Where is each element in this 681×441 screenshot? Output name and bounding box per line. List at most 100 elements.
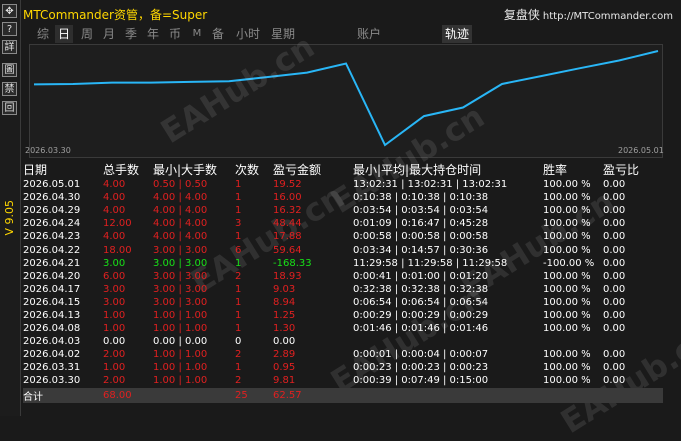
cell-minmax: 3.00 | 3.00 [153, 270, 208, 282]
cell-ratio [603, 335, 663, 348]
cell-time: 0:32:38 | 0:32:38 | 0:32:38 [353, 283, 489, 295]
cell-win: 100.00 % [543, 362, 591, 374]
table-row[interactable]: 2026.04.29 4.00 4.00 | 4.00 1 16.32 0:03:54 |… [23, 204, 663, 217]
cell-date: 2026.04.20 [23, 270, 81, 282]
total-empty [603, 387, 663, 403]
table-row[interactable]: 2026.04.08 1.00 1.00 | 1.00 1 1.30 0:01:46 | … [23, 322, 663, 335]
tab-overview[interactable]: 综 [35, 25, 51, 43]
table-row[interactable]: 2026.04.15 3.00 3.00 | 3.00 1 8.94 0:06:54 | … [23, 296, 663, 309]
col-win-rate[interactable]: 胜率 [543, 161, 603, 178]
cell-win: 100.00 % [543, 349, 591, 361]
cell-win: 100.00 % [543, 192, 591, 204]
table-row[interactable]: 2026.04.24 12.00 4.00 | 4.00 3 48.44 0:01:09 … [23, 217, 663, 230]
table-row[interactable]: 2026.04.21 3.00 3.00 | 3.00 1 -168.33 11:29:5… [23, 257, 663, 270]
tab-week[interactable]: 周 [79, 25, 95, 43]
table-row[interactable]: 2026.05.01 4.00 0.50 | 0.50 1 19.52 13:02:31 … [23, 178, 663, 191]
main-panel: MTCommander资管，备=Super 复盘侠 http://MTComman… [21, 0, 681, 441]
cell-count: 1 [235, 205, 242, 217]
tab-year[interactable]: 年 [145, 25, 161, 43]
total-lots: 68.00 [103, 387, 153, 403]
table-row[interactable]: 2026.04.22 18.00 3.00 | 3.00 6 59.64 0:03:34 … [23, 243, 663, 256]
cell-lots: 18.00 [103, 244, 132, 256]
brand: 复盘侠 http://MTCommander.com [504, 6, 673, 23]
cell-date: 2026.04.29 [23, 205, 81, 217]
tab-weekday[interactable]: 星期 [269, 25, 297, 43]
table-row[interactable]: 2026.04.03 0.00 0.00 | 0.00 0 0.00 [23, 335, 663, 348]
table-row[interactable]: 2026.04.13 1.00 1.00 | 1.00 1 1.25 0:00:29 | … [23, 309, 663, 322]
tab-month[interactable]: 月 [101, 25, 117, 43]
brand-url[interactable]: http://MTCommander.com [543, 11, 673, 22]
chart-start-date: 2026.03.30 [25, 146, 71, 155]
cell-minmax: 4.00 | 4.00 [153, 192, 208, 204]
cell-pnl: 17.88 [273, 231, 302, 243]
table-row[interactable]: 2026.04.20 6.00 3.00 | 3.00 2 18.93 0:00:41 |… [23, 270, 663, 283]
cell-lots: 3.00 [103, 283, 126, 295]
back-button[interactable]: 回 [2, 101, 17, 115]
cell-time: 13:02:31 | 13:02:31 | 13:02:31 [353, 179, 508, 191]
tab-remark[interactable]: 备 [210, 25, 226, 43]
cell-date: 2026.04.23 [23, 231, 81, 243]
col-date[interactable]: 日期 [23, 161, 103, 178]
cell-lots: 4.00 [103, 231, 126, 243]
cell-time: 0:01:09 | 0:16:47 | 0:45:28 [353, 218, 489, 230]
cell-lots: 4.00 [103, 192, 126, 204]
col-pl-ratio[interactable]: 盈亏比 [603, 161, 663, 178]
tab-currency[interactable]: 币 [167, 25, 183, 43]
cell-count: 3 [235, 218, 242, 230]
cell-ratio: 0.00 [603, 375, 626, 387]
col-pnl[interactable]: 盈亏金额 [273, 161, 353, 178]
left-toolbar: ✥ ? 詳 圖 禁 回 V 9.05 [0, 0, 21, 416]
cell-time: 0:01:46 | 0:01:46 | 0:01:46 [353, 323, 489, 335]
help-icon[interactable]: ? [2, 22, 17, 36]
brand-name: 复盘侠 [503, 8, 540, 22]
total-label: 合计 [23, 387, 103, 403]
table-row[interactable]: 2026.03.30 2.00 1.00 | 1.00 2 9.81 0:00:39 | … [23, 374, 663, 387]
table-row[interactable]: 2026.04.17 3.00 3.00 | 3.00 1 9.03 0:32:38 | … [23, 283, 663, 296]
cell-win: 100.00 % [543, 205, 591, 217]
cell-date: 2026.04.22 [23, 244, 81, 256]
cell-lots: 1.00 [103, 309, 126, 321]
move-icon[interactable]: ✥ [2, 4, 17, 18]
cell-ratio: 0.00 [603, 257, 626, 269]
cell-ratio: 0.00 [603, 244, 626, 256]
cell-win [543, 335, 603, 348]
cell-pnl: 19.52 [273, 179, 302, 191]
cell-date: 2026.04.24 [23, 218, 81, 230]
tab-day[interactable]: 日 [55, 25, 73, 43]
disable-button[interactable]: 禁 [2, 82, 17, 96]
cell-lots: 1.00 [103, 323, 126, 335]
cell-time [353, 335, 543, 348]
tab-quarter[interactable]: 季 [123, 25, 139, 43]
cell-lots: 2.00 [103, 349, 126, 361]
cell-count: 2 [235, 375, 242, 387]
cell-win: 100.00 % [543, 323, 591, 335]
cell-date: 2026.04.21 [23, 257, 81, 269]
cell-win: 100.00 % [543, 244, 591, 256]
chart-button[interactable]: 圖 [2, 63, 17, 77]
table-row[interactable]: 2026.04.30 4.00 4.00 | 4.00 1 16.00 0:10:38 |… [23, 191, 663, 204]
cell-ratio: 0.00 [603, 309, 626, 321]
total-pnl: 62.57 [273, 387, 353, 403]
cell-time: 0:03:34 | 0:14:57 | 0:30:36 [353, 244, 489, 256]
col-hold-time[interactable]: 最小|平均|最大持仓时间 [353, 161, 543, 178]
detail-button[interactable]: 詳 [2, 40, 17, 54]
table-row[interactable]: 2026.03.31 1.00 1.00 | 1.00 1 0.95 0:00:23 | … [23, 361, 663, 374]
table-row[interactable]: 2026.04.23 4.00 4.00 | 4.00 1 17.88 0:00:58 |… [23, 230, 663, 243]
cell-minmax: 3.00 | 3.00 [153, 257, 208, 269]
cell-lots: 4.00 [103, 179, 126, 191]
cell-pnl: 0.00 [273, 336, 296, 348]
cell-win: 100.00 % [543, 296, 591, 308]
cell-lots: 3.00 [103, 296, 126, 308]
col-count[interactable]: 次数 [235, 161, 273, 178]
cell-pnl: 16.32 [273, 205, 302, 217]
equity-line [33, 50, 659, 147]
tab-hour[interactable]: 小时 [234, 25, 262, 43]
table-row[interactable]: 2026.04.02 2.00 1.00 | 1.00 2 2.89 0:00:01 | … [23, 348, 663, 361]
tab-magic[interactable]: M [190, 25, 204, 43]
tab-account[interactable]: 账户 [355, 25, 383, 43]
col-lots[interactable]: 总手数 [103, 161, 153, 178]
cell-lots: 6.00 [103, 270, 126, 282]
col-minmax-lots[interactable]: 最小|大手数 [153, 161, 235, 178]
tab-track[interactable]: 轨迹 [442, 25, 472, 43]
cell-pnl: 1.30 [273, 323, 296, 335]
